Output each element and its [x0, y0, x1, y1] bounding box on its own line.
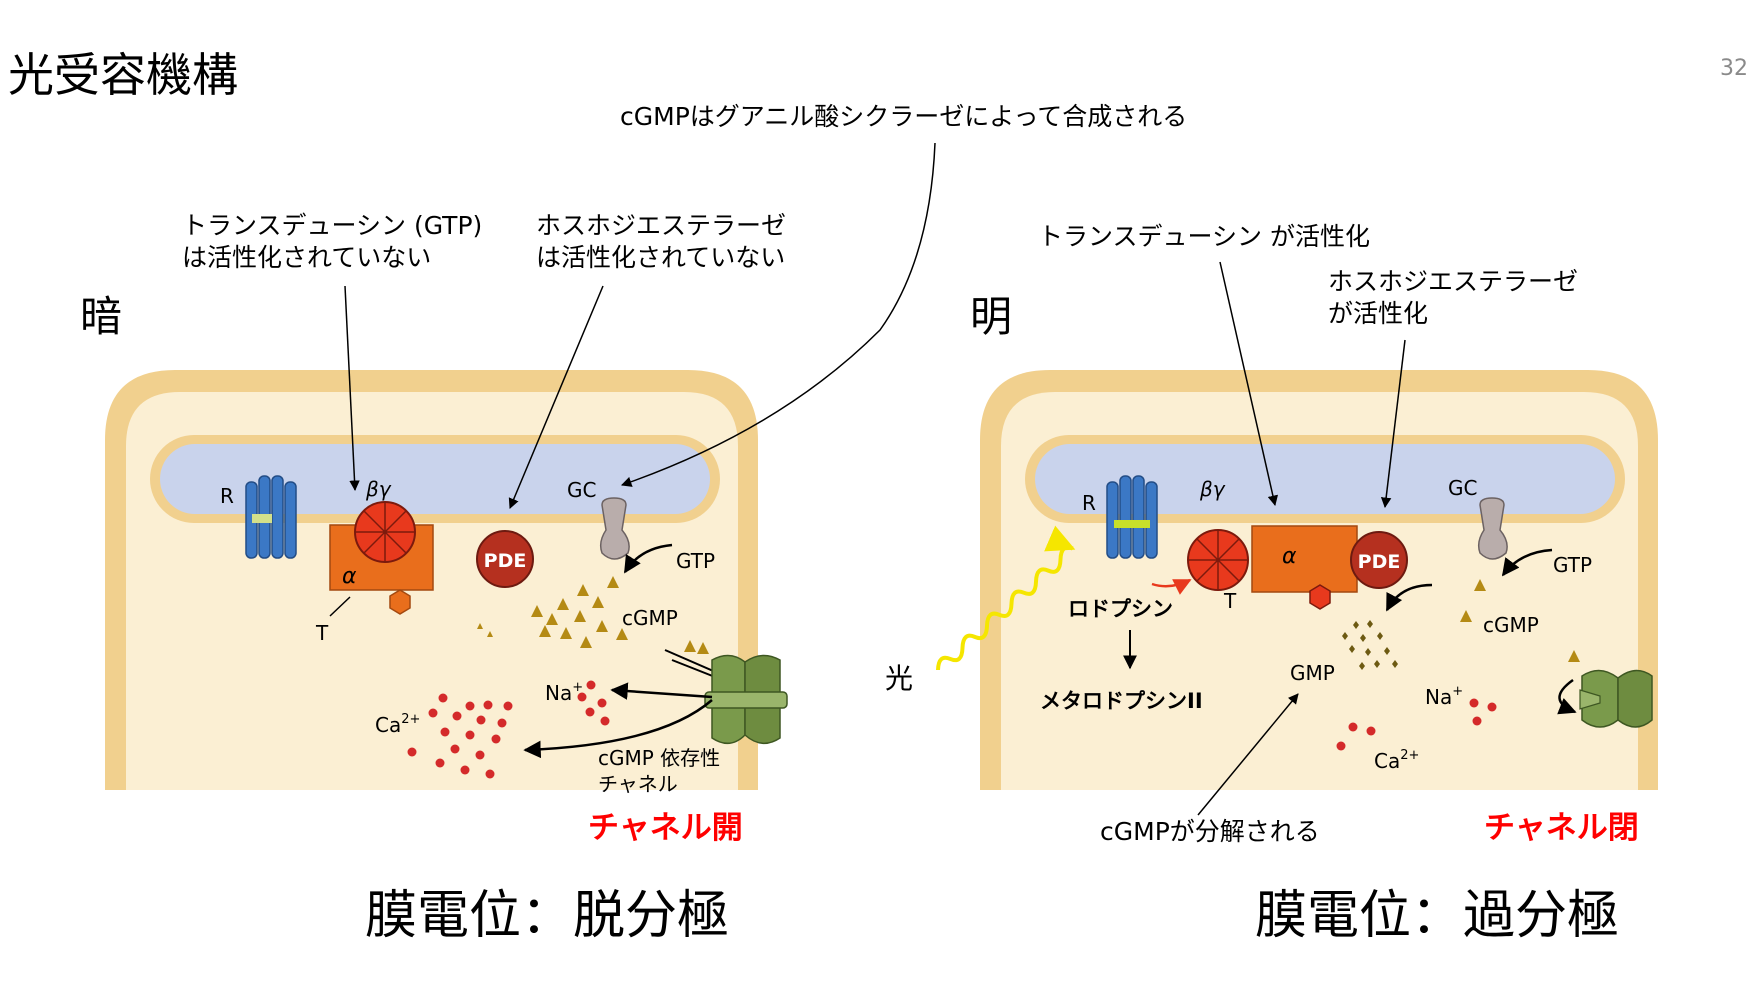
light-gtp-hexagon — [1309, 584, 1331, 610]
dark-bg-label: βγ — [365, 477, 392, 501]
light-label: 光 — [885, 662, 913, 695]
dark-gtp-label: GTP — [676, 549, 715, 573]
dark-gtp-hexagon — [389, 589, 411, 615]
dark-pde-label: PDE — [484, 550, 527, 572]
dark-transducin-betagamma — [354, 501, 416, 563]
dark-t-label: T — [315, 621, 329, 645]
light-t-label: T — [1223, 589, 1237, 613]
dark-panel: R α βγ T PDE GC GTP cGMP Na+ Ca2+ cGMP 依… — [105, 370, 788, 796]
light-gc-label: GC — [1448, 476, 1477, 500]
light-pde-label: PDE — [1358, 551, 1401, 573]
light-transducin-alpha — [1251, 525, 1358, 593]
light-transducin-betagamma — [1187, 529, 1249, 591]
dark-disc — [160, 444, 710, 514]
dark-cgmp-label: cGMP — [622, 606, 678, 630]
light-gtp-label: GTP — [1553, 553, 1592, 577]
phototransduction-diagram: R α βγ T PDE GC GTP cGMP Na+ Ca2+ cGMP 依… — [105, 142, 1658, 816]
light-gmp-label: GMP — [1290, 661, 1335, 685]
dark-r-label: R — [220, 484, 234, 508]
dark-channel-label-line2: チャネル — [598, 772, 678, 796]
dark-alpha-label: α — [342, 564, 357, 589]
light-cgmp-channel — [1579, 669, 1653, 728]
light-bg-label: βγ — [1199, 477, 1226, 501]
rhodopsin-label: ロドプシン — [1068, 597, 1173, 621]
dark-channel-label-line1: cGMP 依存性 — [598, 746, 720, 770]
light-alpha-label: α — [1282, 544, 1297, 569]
metarhodopsin-label: メタロドプシンII — [1040, 689, 1203, 713]
light-r-label: R — [1082, 491, 1096, 515]
light-cgmp-label: cGMP — [1483, 613, 1539, 637]
dark-gc-label: GC — [567, 478, 596, 502]
